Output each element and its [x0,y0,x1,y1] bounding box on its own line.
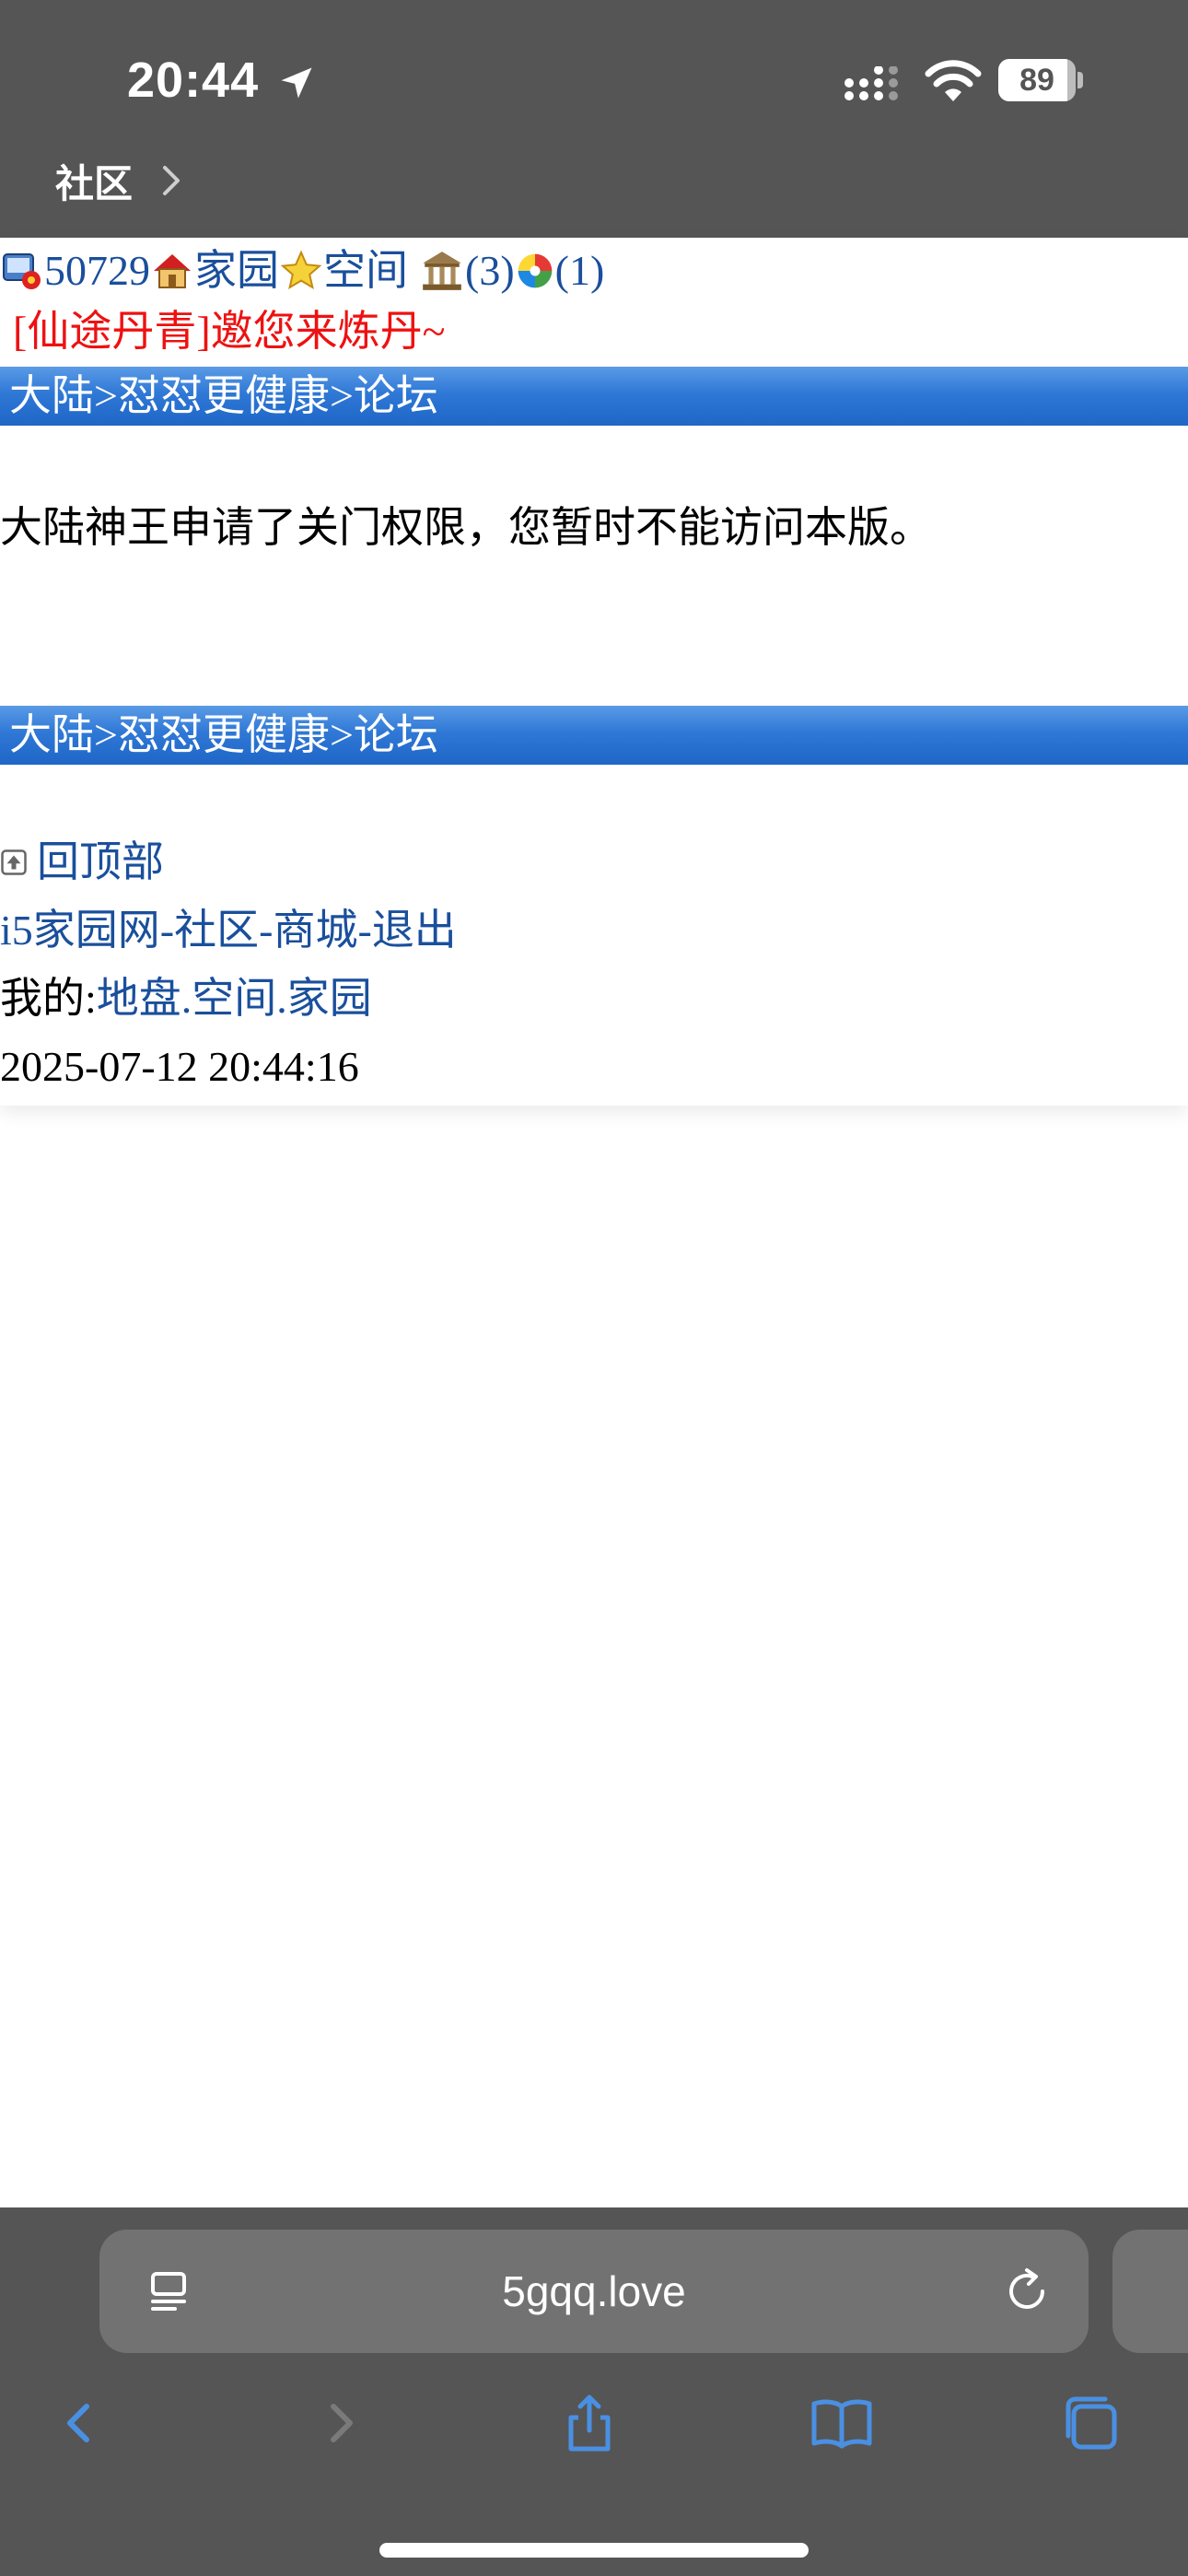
back-to-app-button[interactable]: 社区 [55,153,133,209]
my-separator: . [181,975,192,1022]
site-home-link[interactable]: i5家园网 [0,907,160,954]
status-time: 20:44 [127,53,260,108]
breadcrumb-separator: > [94,711,118,758]
my-space-link[interactable]: 空间 [192,975,276,1022]
breadcrumb-separator: > [329,372,354,419]
browser-toolbar: 5gqq.love [0,2207,1188,2576]
my-label: 我的: [0,975,97,1022]
bank-building-icon[interactable] [419,248,465,294]
breadcrumb-forum[interactable]: 论坛 [354,711,438,758]
battery-body: 89 [998,59,1076,101]
footer-separator: - [159,907,175,954]
user-id-link[interactable]: 50729 [44,243,150,299]
tabs-icon[interactable] [1055,2386,1129,2460]
location-arrow-icon [281,67,312,99]
address-url[interactable]: 5gqq.love [99,2230,1089,2353]
bank-count-link[interactable]: (3) [465,243,515,299]
bookmarks-icon[interactable] [805,2386,879,2460]
logout-link[interactable]: 退出 [372,907,457,954]
breadcrumb-forum[interactable]: 论坛 [354,372,438,419]
breadcrumb-bottom: 大陆>怼怼更健康>论坛 [0,706,1188,765]
battery-indicator: 89 [998,59,1083,101]
back-to-top-link[interactable]: 回顶部 [37,835,164,890]
message-count-link[interactable]: (1) [555,243,605,299]
forward-arrow-icon[interactable] [302,2386,376,2460]
page-content: 50729 家园 空间 (3) (1) [仙途丹青]邀您来炼丹~ 大陆>怼怼更健… [0,238,1188,1106]
wifi-icon [925,60,982,101]
breadcrumb-separator: > [94,372,118,419]
invite-link[interactable]: [仙途丹青]邀您来炼丹~ [13,304,446,359]
back-arrow-icon[interactable] [44,2386,118,2460]
footer-separator: - [259,907,274,954]
community-link[interactable]: 社区 [174,907,259,954]
my-links: 我的:地盘.空间.家园 [0,971,372,1026]
breadcrumb-separator: > [329,711,354,758]
home-icon[interactable] [150,249,194,293]
battery-cap [1077,72,1083,88]
battery-percent: 89 [1019,63,1054,98]
user-top-line: 50729 家园 空间 (3) (1) [0,243,604,299]
cellular-signal-icon [844,66,898,100]
home-indicator[interactable] [379,2543,809,2558]
space-link[interactable]: 空间 [323,243,408,299]
star-icon[interactable] [279,249,323,293]
my-home-link[interactable]: 家园 [287,975,372,1022]
breadcrumb-continent[interactable]: 大陆 [9,372,94,419]
mall-link[interactable]: 商城 [273,907,357,954]
pinwheel-icon[interactable] [515,251,555,291]
access-denied-message: 大陆神王申请了关门权限，您暂时不能访问本版。 [0,502,932,552]
next-tab-preview[interactable] [1112,2230,1188,2353]
back-to-top-row: 回顶部 [0,835,164,890]
breadcrumb-board[interactable]: 怼怼更健康 [118,372,330,419]
footer-separator: - [357,907,372,954]
breadcrumb-continent[interactable]: 大陆 [9,711,94,758]
address-bar[interactable]: 5gqq.love [99,2230,1089,2353]
chevron-right-icon[interactable] [160,164,182,197]
page-datetime: 2025-07-12 20:44:16 [0,1043,359,1090]
breadcrumb-board[interactable]: 怼怼更健康 [118,711,330,758]
breadcrumb-top: 大陆>怼怼更健康>论坛 [0,367,1188,426]
share-icon[interactable] [553,2386,626,2460]
arrow-up-icon[interactable] [0,849,28,876]
my-separator: . [276,975,287,1022]
user-avatar-icon[interactable] [0,249,44,293]
footer-links: i5家园网-社区-商城-退出 [0,903,457,958]
my-turf-link[interactable]: 地盘 [97,975,181,1022]
status-bar: 20:44 89 社区 [0,0,1188,238]
reload-icon[interactable] [1002,2266,1052,2316]
home-link[interactable]: 家园 [194,243,279,299]
